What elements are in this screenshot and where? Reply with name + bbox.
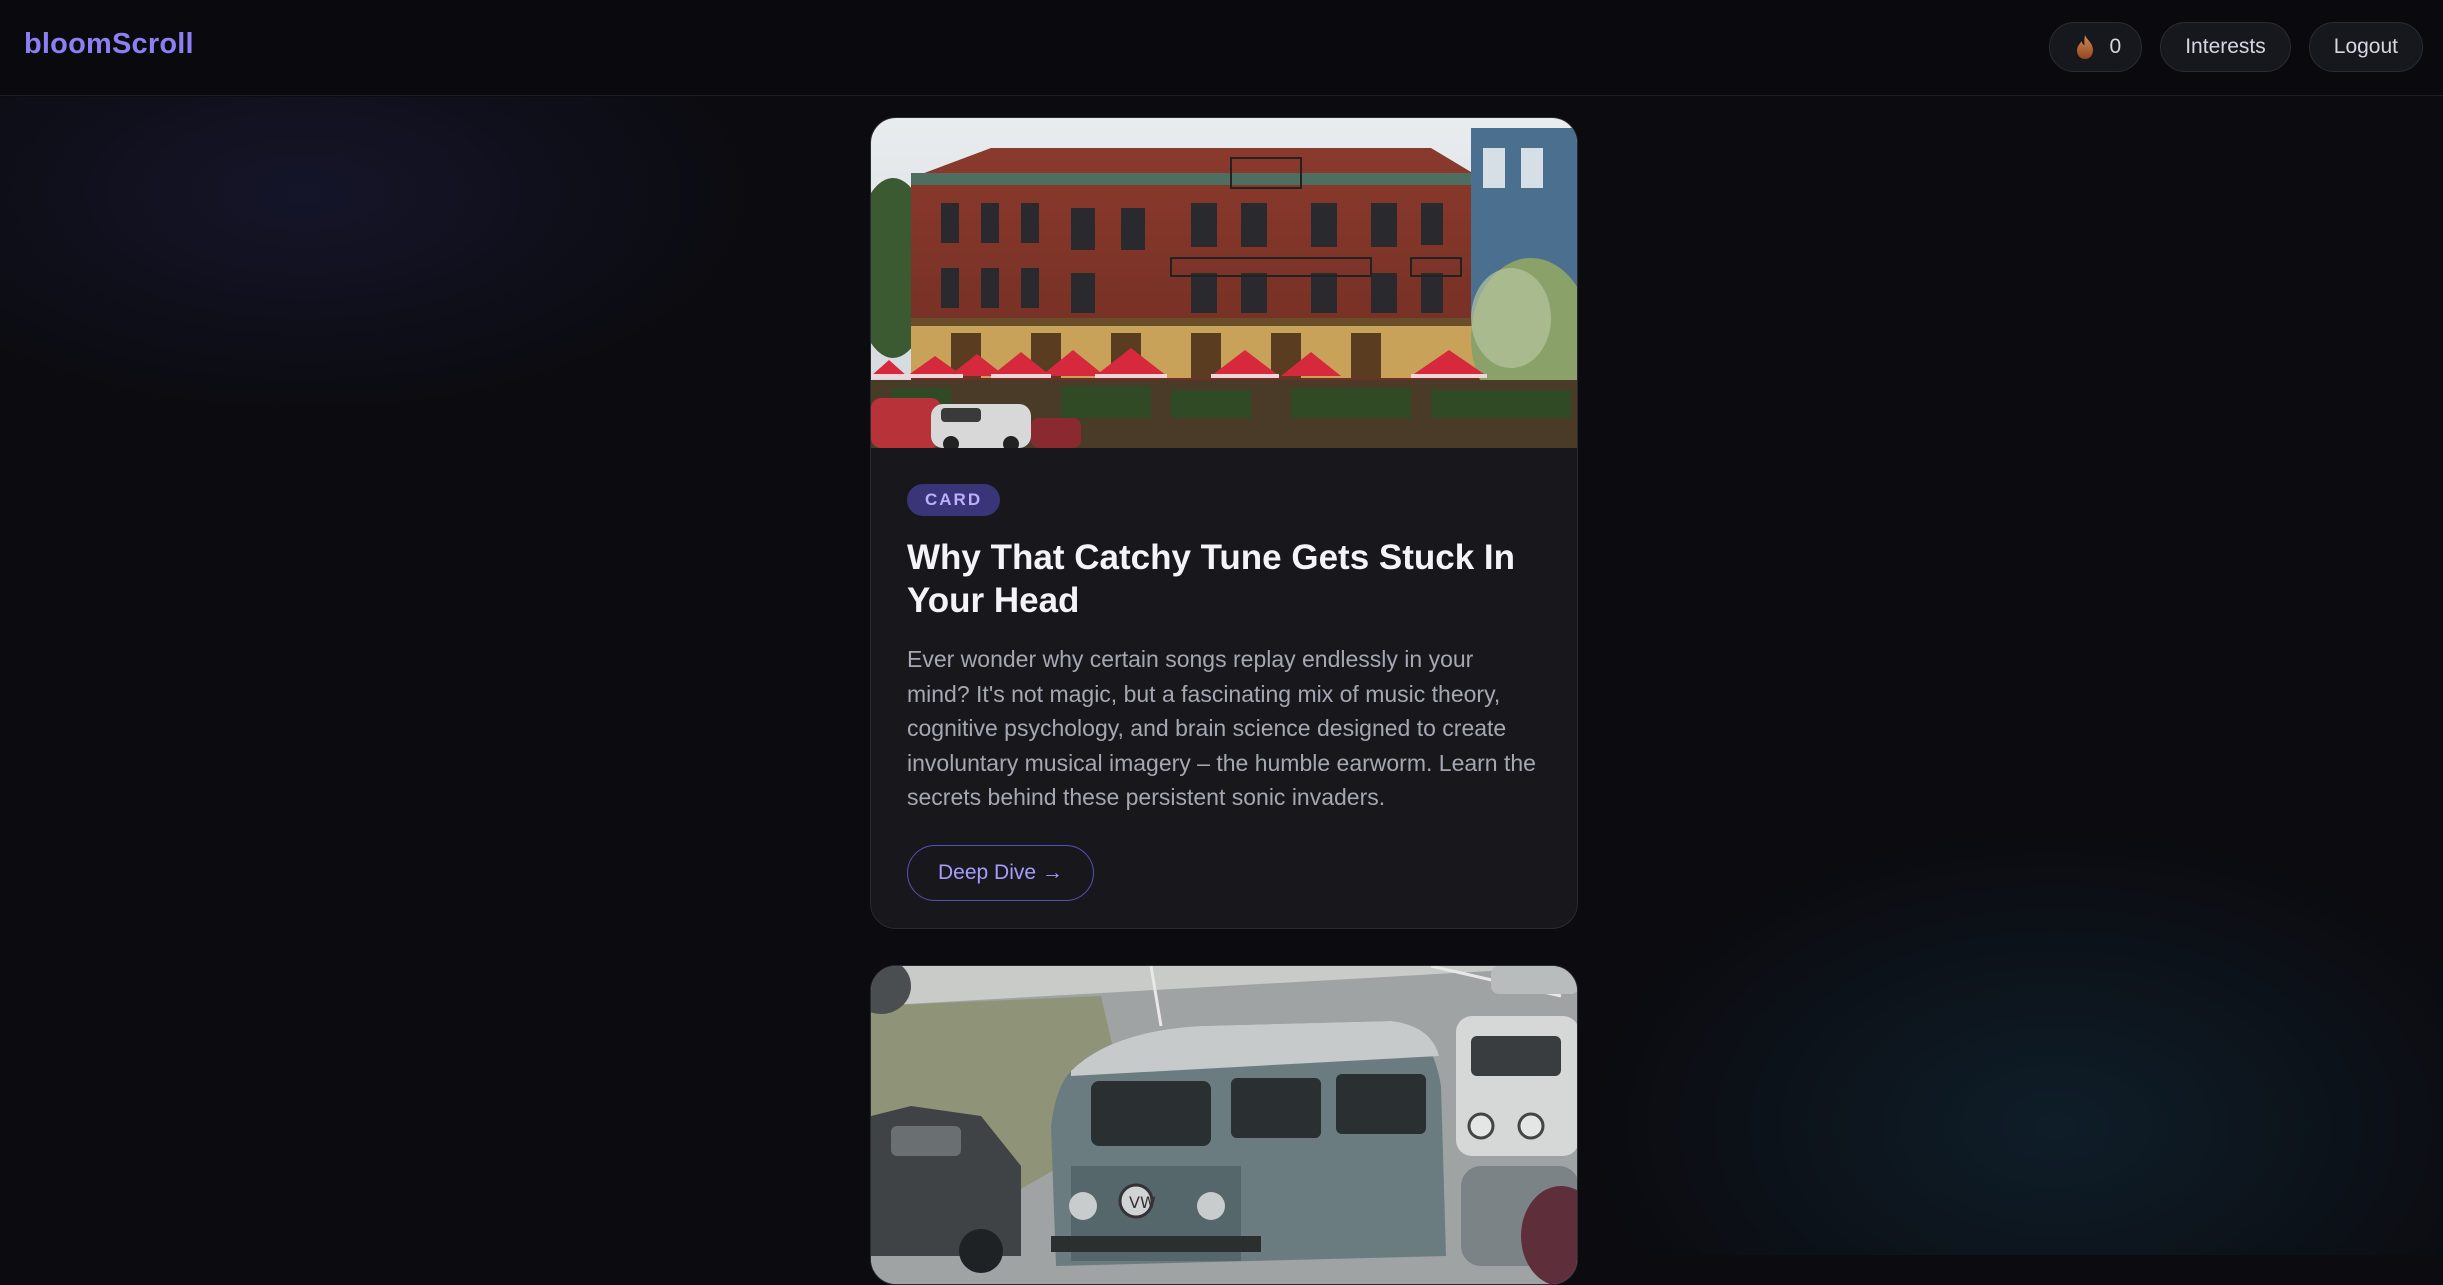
deep-dive-button[interactable]: Deep Dive → — [907, 844, 1094, 901]
card-title: Why That Catchy Tune Gets Stuck In Your … — [907, 538, 1516, 620]
card-image: VW — [871, 966, 1577, 1284]
background-glow-right — [1583, 825, 2443, 1255]
background-glow-left — [0, 97, 760, 417]
card-body: CARD Why That Catchy Tune Gets Stuck In … — [871, 448, 1577, 901]
feed-card[interactable]: CARD Why That Catchy Tune Gets Stuck In … — [870, 117, 1578, 929]
top-bar: bloomScroll 0 Interests Logout — [0, 0, 2443, 96]
app-logo[interactable]: bloomScroll — [24, 28, 194, 61]
flame-icon — [2076, 35, 2093, 59]
streak-counter[interactable]: 0 — [2048, 22, 2143, 72]
interests-button[interactable]: Interests — [2160, 22, 2291, 72]
card-image — [871, 118, 1577, 448]
logout-button[interactable]: Logout — [2308, 22, 2423, 72]
card-description: Ever wonder why certain songs replay end… — [907, 646, 1536, 810]
feed-card[interactable]: VW — [870, 965, 1578, 1285]
streak-count: 0 — [2109, 35, 2122, 58]
header-nav: 0 Interests Logout — [2048, 22, 2423, 72]
card-type-badge: CARD — [907, 484, 1001, 516]
svg-text:VW: VW — [1129, 1193, 1156, 1212]
